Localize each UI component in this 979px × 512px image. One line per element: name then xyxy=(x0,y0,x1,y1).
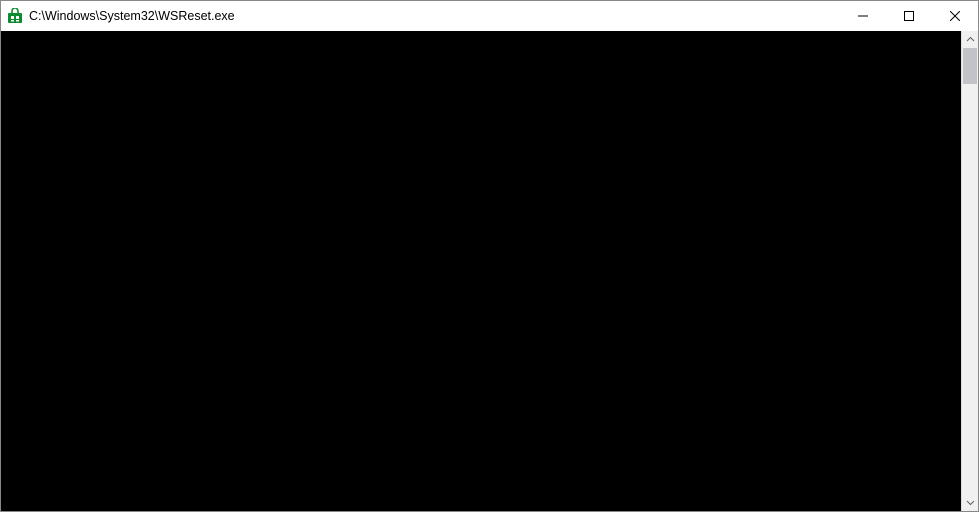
scroll-track[interactable] xyxy=(962,48,978,494)
scroll-thumb[interactable] xyxy=(963,48,977,84)
chevron-down-icon xyxy=(966,498,975,507)
window-controls xyxy=(840,1,978,31)
close-button[interactable] xyxy=(932,1,978,31)
vertical-scrollbar[interactable] xyxy=(961,31,978,511)
minimize-icon xyxy=(858,11,868,21)
chevron-up-icon xyxy=(966,35,975,44)
console-window: C:\Windows\System32\WSReset.exe xyxy=(0,0,979,512)
titlebar[interactable]: C:\Windows\System32\WSReset.exe xyxy=(1,1,978,31)
scroll-up-button[interactable] xyxy=(962,31,978,48)
store-icon xyxy=(7,8,23,24)
maximize-button[interactable] xyxy=(886,1,932,31)
scroll-down-button[interactable] xyxy=(962,494,978,511)
console-output[interactable] xyxy=(1,31,961,511)
window-title: C:\Windows\System32\WSReset.exe xyxy=(29,9,840,23)
client-area xyxy=(1,31,978,511)
minimize-button[interactable] xyxy=(840,1,886,31)
close-icon xyxy=(950,11,960,21)
maximize-icon xyxy=(904,11,914,21)
